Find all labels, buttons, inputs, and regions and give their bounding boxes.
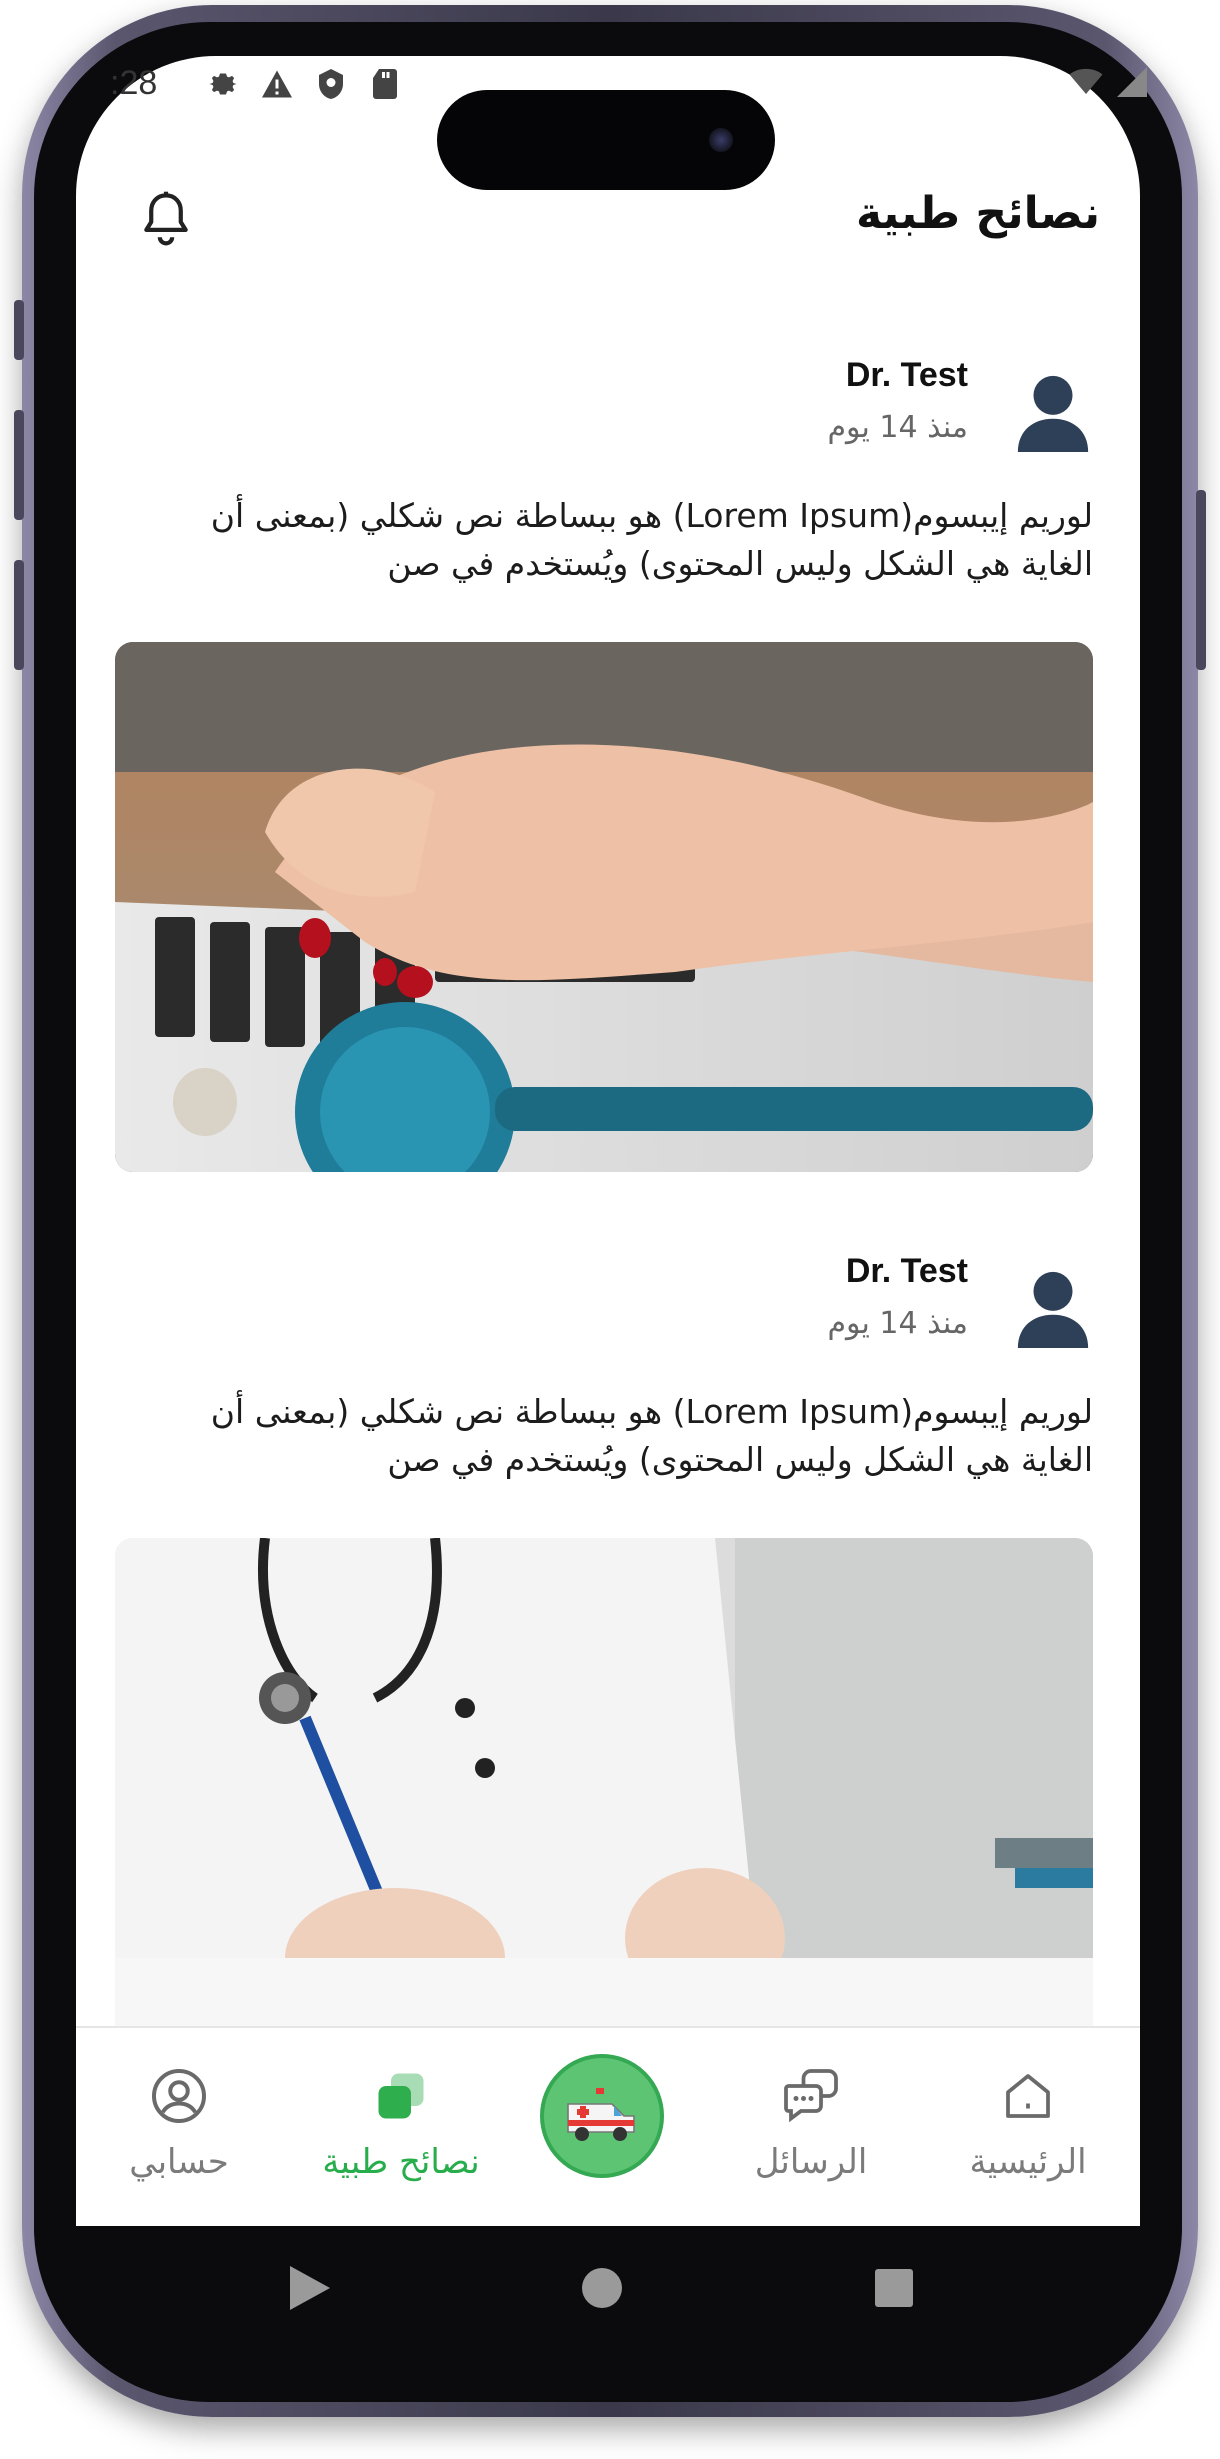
post-image-doctor-writing[interactable]: [115, 1538, 1093, 2038]
power-button: [1196, 490, 1206, 670]
sd-card-icon: [373, 69, 397, 99]
ambulance-icon: [567, 2088, 635, 2141]
post-text: لوريم إيبسوم(Lorem Ipsum) هو ببساطة نص ش…: [115, 1388, 1093, 1484]
post-text-line: لوريم إيبسوم(Lorem Ipsum) هو ببساطة نص ش…: [210, 1392, 1093, 1431]
status-icons: [205, 66, 403, 102]
dynamic-island: [437, 90, 775, 190]
shield-icon: [319, 69, 343, 99]
camera-icon: [709, 128, 733, 152]
status-right-icons: [1068, 64, 1150, 100]
cards-icon: [378, 2073, 424, 2119]
wifi-icon: [1069, 68, 1103, 94]
ambulance-button[interactable]: [540, 2054, 664, 2178]
tab-medical-tips[interactable]: نصائح طبية: [291, 2028, 511, 2226]
tab-label: الرئيسية: [969, 2142, 1087, 2182]
user-circle-icon: [152, 2069, 206, 2123]
recents-button[interactable]: [854, 2248, 934, 2328]
home-icon: [1006, 2074, 1050, 2118]
bell-icon[interactable]: [136, 188, 196, 252]
tab-label: حسابي: [129, 2142, 229, 2182]
author-name: Dr. Test: [845, 1252, 968, 1290]
status-time: :28: [110, 64, 158, 102]
tab-label: الرسائل: [754, 2142, 868, 2182]
post-text-line: الغاية هي الشكل وليس المحتوى) ويُستخدم ف…: [387, 544, 1093, 583]
chat-bubbles-icon: [784, 2069, 838, 2123]
signal-icon: [1117, 67, 1147, 97]
post-author-row: Dr. Test منذ 14 يوم: [115, 356, 1093, 480]
author-name: Dr. Test: [845, 356, 968, 394]
home-button[interactable]: [562, 2248, 642, 2328]
tab-label: نصائح طبية: [322, 2142, 480, 2182]
avatar-icon: [1017, 375, 1089, 452]
volume-down-button: [14, 560, 24, 670]
page-title: نصائح طبية: [856, 188, 1100, 239]
tab-account[interactable]: حسابي: [104, 2028, 254, 2226]
bottom-tab-bar: حسابي نصائح طبية الرسائل الرئيسية: [76, 2026, 1140, 2226]
tab-home[interactable]: الرئيسية: [938, 2028, 1118, 2226]
post-card[interactable]: Dr. Test منذ 14 يوم لوريم إيبسوم(Lorem I…: [115, 1252, 1093, 2038]
settings-icon: [209, 73, 237, 95]
side-button: [14, 300, 24, 360]
post-card[interactable]: Dr. Test منذ 14 يوم لوريم إيبسوم(Lorem I…: [115, 356, 1093, 1180]
post-time: منذ 14 يوم: [827, 410, 968, 445]
post-text-line: الغاية هي الشكل وليس المحتوى) ويُستخدم ف…: [387, 1440, 1093, 1479]
post-author-row: Dr. Test منذ 14 يوم: [115, 1252, 1093, 1376]
post-image-laptop-stethoscope[interactable]: [115, 642, 1093, 1172]
back-button[interactable]: [270, 2248, 350, 2328]
post-text-line: لوريم إيبسوم(Lorem Ipsum) هو ببساطة نص ش…: [210, 496, 1093, 535]
post-time: منذ 14 يوم: [827, 1306, 968, 1341]
avatar-icon: [1017, 1271, 1089, 1348]
post-text: لوريم إيبسوم(Lorem Ipsum) هو ببساطة نص ش…: [115, 492, 1093, 588]
tab-messages[interactable]: الرسائل: [726, 2028, 896, 2226]
warning-icon: [262, 70, 292, 98]
volume-up-button: [14, 410, 24, 520]
